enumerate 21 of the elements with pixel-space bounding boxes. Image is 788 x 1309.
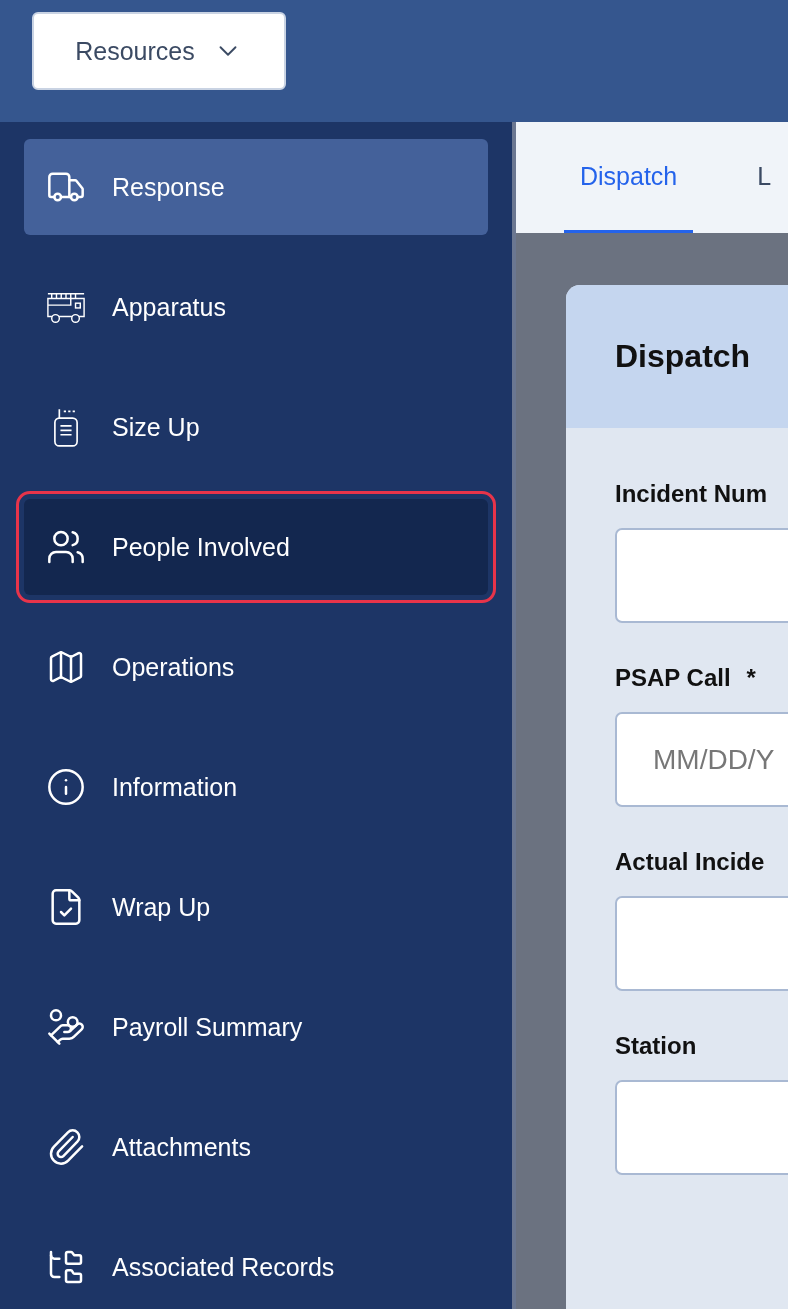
- sidebar-item[interactable]: Information: [24, 739, 488, 835]
- tab[interactable]: L: [741, 122, 788, 233]
- input-field[interactable]: MM/DD/Y: [615, 712, 788, 807]
- sidebar-item-icon: [46, 290, 86, 324]
- resources-dropdown[interactable]: Resources: [32, 12, 286, 90]
- sidebar-item-icon: [46, 1007, 86, 1047]
- required-mark: *: [746, 664, 756, 692]
- sidebar-item[interactable]: Operations: [24, 619, 488, 715]
- field-label: Station: [615, 1032, 697, 1060]
- sidebar-item[interactable]: Attachments: [24, 1099, 488, 1195]
- sidebar-item[interactable]: Apparatus: [24, 259, 488, 355]
- field-label: PSAP Call: [615, 664, 731, 692]
- sidebar-item[interactable]: Payroll Summary: [24, 979, 488, 1075]
- card-title: Dispatch: [615, 338, 751, 375]
- field-label: Incident Num: [615, 480, 767, 508]
- sidebar-item[interactable]: Associated Records: [24, 1219, 488, 1309]
- sidebar-item[interactable]: Size Up: [24, 379, 488, 475]
- sidebar-item[interactable]: Wrap Up: [24, 859, 488, 955]
- sidebar-item[interactable]: Response: [24, 139, 488, 235]
- field-label: Actual Incide: [615, 848, 765, 876]
- sidebar-item-icon: [46, 767, 86, 807]
